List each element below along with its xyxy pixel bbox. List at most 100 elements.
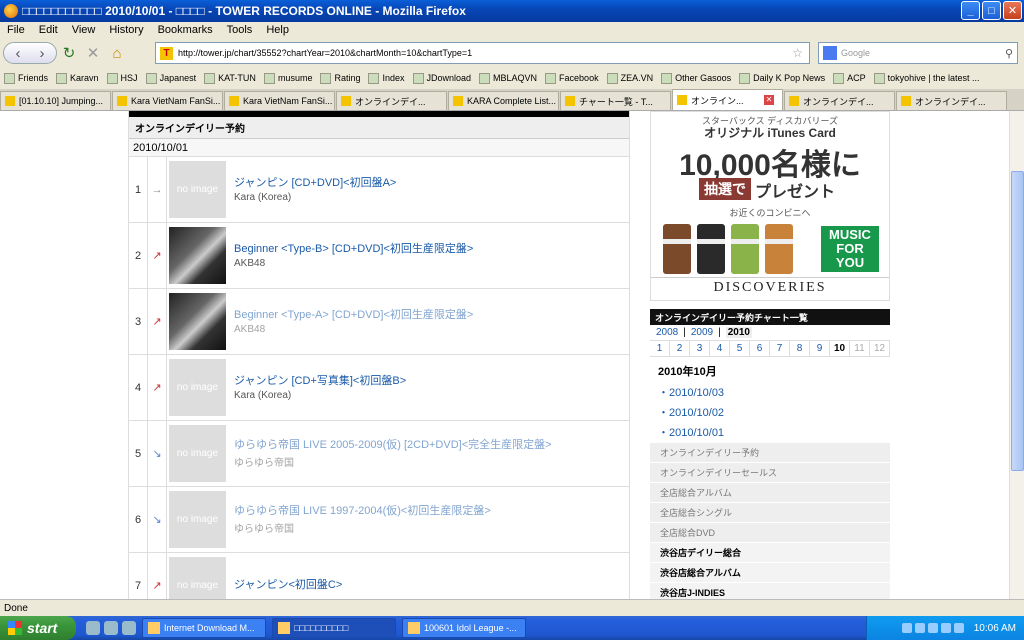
bookmark-item[interactable]: Friends — [4, 72, 48, 84]
tray-icon[interactable] — [953, 623, 964, 633]
cover-thumbnail[interactable]: no image — [169, 557, 226, 599]
month-link[interactable]: 3 — [690, 341, 710, 356]
bookmark-item[interactable]: musume — [263, 72, 312, 84]
tray-icon[interactable] — [940, 623, 951, 633]
month-link[interactable]: 6 — [750, 341, 770, 356]
bookmark-item[interactable]: Facebook — [545, 72, 599, 84]
category-link[interactable]: 全店総合シングル — [650, 503, 890, 523]
bookmark-item[interactable]: JDownload — [412, 72, 471, 84]
release-title-link[interactable]: Beginner <Type-B> [CD+DVD]<初回生産限定盤> — [234, 242, 614, 256]
category-link[interactable]: オンラインデイリーセールス — [650, 463, 890, 483]
artist-name[interactable]: AKB48 — [234, 258, 614, 269]
start-button[interactable]: start — [0, 616, 76, 640]
browser-tab[interactable]: Kara VietNam FanSi... — [224, 91, 335, 110]
browser-tab[interactable]: オンラインデイ... — [336, 91, 447, 110]
month-link[interactable]: 8 — [790, 341, 810, 356]
search-icon[interactable]: ⚲ — [1005, 47, 1013, 60]
category-link[interactable]: 渋谷店J-INDIES — [650, 583, 890, 599]
browser-tab[interactable]: Kara VietNam FanSi... — [112, 91, 223, 110]
bookmark-item[interactable]: ZEA.VN — [606, 72, 653, 84]
taskbar-button[interactable]: 100601 Idol League -... — [402, 618, 526, 638]
cover-thumbnail[interactable] — [169, 293, 226, 350]
month-link[interactable]: 7 — [770, 341, 790, 356]
quicklaunch-icon-3[interactable] — [122, 621, 136, 635]
tray-icon[interactable] — [901, 623, 912, 633]
bookmark-item[interactable]: Daily K Pop News — [739, 72, 825, 84]
cover-thumbnail[interactable]: no image — [169, 161, 226, 218]
date-link[interactable]: ・2010/10/02 — [650, 402, 890, 422]
month-link[interactable]: 2 — [670, 341, 690, 356]
browser-tab[interactable]: [01.10.10] Jumping... — [0, 91, 111, 110]
month-link[interactable]: 5 — [730, 341, 750, 356]
category-link[interactable]: 全店総合DVD — [650, 523, 890, 543]
artist-name[interactable]: AKB48 — [234, 324, 614, 335]
bookmark-item[interactable]: Japanest — [145, 72, 196, 84]
stop-icon[interactable]: ✕ — [81, 42, 105, 64]
bookmark-item[interactable]: KAT-TUN — [204, 72, 256, 84]
scrollbar-thumb[interactable] — [1011, 171, 1024, 471]
year-link[interactable]: 2009 — [691, 327, 713, 338]
maximize-button[interactable]: □ — [982, 1, 1001, 20]
category-link[interactable]: オンラインデイリー予約 — [650, 443, 890, 463]
month-link[interactable]: 9 — [810, 341, 830, 356]
menu-help[interactable]: Help — [259, 24, 296, 36]
release-title-link[interactable]: Beginner <Type-A> [CD+DVD]<初回生産限定盤> — [234, 308, 614, 322]
menu-view[interactable]: View — [65, 24, 103, 36]
month-link[interactable]: 10 — [830, 341, 850, 356]
browser-tab[interactable]: オンラインデイ... — [784, 91, 895, 110]
category-link[interactable]: 渋谷店総合アルバム — [650, 563, 890, 583]
category-link[interactable]: 全店総合アルバム — [650, 483, 890, 503]
artist-name[interactable]: ゆらゆら帝国 — [234, 454, 614, 469]
address-bar[interactable]: T http://tower.jp/chart/35552?chartYear=… — [155, 42, 810, 64]
artist-name[interactable]: ゆらゆら帝国 — [234, 520, 614, 535]
tray-icon[interactable] — [914, 623, 925, 633]
google-icon[interactable] — [823, 46, 837, 60]
release-title-link[interactable]: ゆらゆら帝国 LIVE 1997-2004(仮)<初回生産限定盤> — [234, 504, 614, 518]
browser-tab[interactable]: オンライン... ✕ — [672, 89, 783, 110]
menu-bookmarks[interactable]: Bookmarks — [151, 24, 220, 36]
quicklaunch-icon-2[interactable] — [104, 621, 118, 635]
bookmark-item[interactable]: MBLAQVN — [479, 72, 537, 84]
artist-name[interactable]: Kara (Korea) — [234, 192, 614, 203]
release-title-link[interactable]: ジャンピン [CD+写真集]<初回盤B> — [234, 374, 614, 388]
cover-thumbnail[interactable]: no image — [169, 425, 226, 482]
reload-icon[interactable]: ↻ — [57, 42, 81, 64]
taskbar-button[interactable]: □□□□□□□□□□ — [272, 618, 396, 638]
cover-thumbnail[interactable]: no image — [169, 491, 226, 548]
year-link[interactable]: 2010 — [725, 327, 752, 338]
bookmark-item[interactable]: Karavn — [56, 72, 99, 84]
search-box[interactable]: Google ⚲ — [818, 42, 1018, 64]
date-link[interactable]: ・2010/10/03 — [650, 382, 890, 402]
release-title-link[interactable]: ゆらゆら帝国 LIVE 2005-2009(仮) [2CD+DVD]<完全生産限… — [234, 438, 614, 452]
taskbar-button[interactable]: Internet Download M... — [142, 618, 266, 638]
menu-edit[interactable]: Edit — [32, 24, 65, 36]
bookmark-item[interactable]: Index — [368, 72, 405, 84]
category-link[interactable]: 渋谷店デイリー総合 — [650, 543, 890, 563]
starbucks-ad-banner[interactable]: スターバックス ディスカバリーズ オリジナル iTunes Card 10,00… — [650, 111, 890, 301]
menu-file[interactable]: File — [0, 24, 32, 36]
close-button[interactable]: ✕ — [1003, 1, 1022, 20]
back-arrow-icon[interactable]: ‹ — [6, 42, 30, 64]
tray-icon[interactable] — [927, 623, 938, 633]
menu-history[interactable]: History — [102, 24, 150, 36]
month-link[interactable]: 1 — [650, 341, 670, 356]
release-title-link[interactable]: ジャンピン [CD+DVD]<初回盤A> — [234, 176, 614, 190]
cover-thumbnail[interactable] — [169, 227, 226, 284]
artist-name[interactable]: Kara (Korea) — [234, 390, 614, 401]
quicklaunch-icon-1[interactable] — [86, 621, 100, 635]
browser-tab[interactable]: チャート一覧 - T... — [560, 91, 671, 110]
browser-tab[interactable]: KARA Complete List... — [448, 91, 559, 110]
menu-tools[interactable]: Tools — [220, 24, 260, 36]
forward-arrow-icon[interactable]: › — [30, 42, 54, 64]
month-link[interactable]: 4 — [710, 341, 730, 356]
bookmark-item[interactable]: ACP — [833, 72, 866, 84]
browser-tab[interactable]: オンラインデイ... — [896, 91, 1007, 110]
minimize-button[interactable]: _ — [961, 1, 980, 20]
vertical-scrollbar[interactable] — [1009, 111, 1024, 599]
year-link[interactable]: 2008 — [656, 327, 678, 338]
release-title-link[interactable]: ジャンピン<初回盤C> — [234, 578, 614, 592]
date-link[interactable]: ・2010/10/01 — [650, 422, 890, 442]
home-icon[interactable]: ⌂ — [105, 42, 129, 64]
bookmark-item[interactable]: Rating — [320, 72, 360, 84]
cover-thumbnail[interactable]: no image — [169, 359, 226, 416]
